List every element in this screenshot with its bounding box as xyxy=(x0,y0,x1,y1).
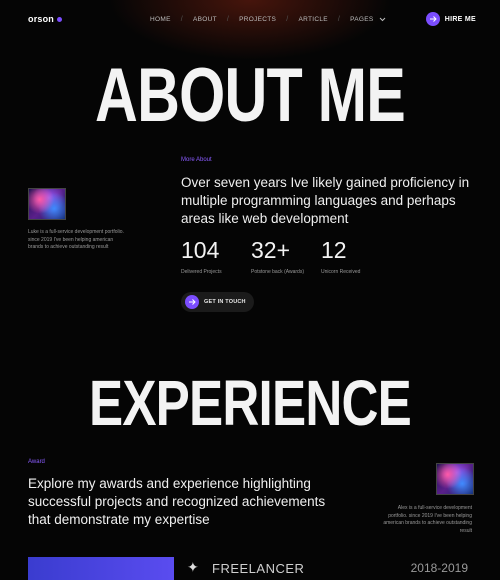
stat-item: 32+ Potstone back (Awards) xyxy=(251,236,321,275)
arrow-right-icon xyxy=(185,295,199,309)
stat-label: Delivered Projects xyxy=(181,269,222,275)
sparkle-icon: ✦ xyxy=(187,559,199,575)
nav-separator: / xyxy=(226,16,230,23)
experience-years: 2018-2019 xyxy=(410,561,468,575)
about-heading: ABOUT ME xyxy=(95,53,406,138)
stat-label: Potstone back (Awards) xyxy=(251,269,304,275)
stat-value: 104 xyxy=(181,237,220,263)
stat-value: 32+ xyxy=(251,237,291,263)
get-in-touch-button[interactable]: GET IN TOUCH xyxy=(181,292,254,312)
get-in-touch-label: GET IN TOUCH xyxy=(204,299,246,305)
nav-projects[interactable]: PROJECTS xyxy=(239,16,276,23)
experience-role: FREELANCER xyxy=(212,561,305,576)
nav-home[interactable]: HOME xyxy=(150,16,171,23)
experience-heading: EXPERIENCE xyxy=(88,367,412,439)
stat-item: 12 Unicorn Received xyxy=(321,236,391,275)
stat-item: 104 Delivered Projects xyxy=(181,236,251,275)
nav-pages-label: PAGES xyxy=(350,16,374,23)
stat-value: 12 xyxy=(321,237,347,263)
experience-thumbnail-image xyxy=(436,463,474,495)
brand-dot-icon xyxy=(57,16,63,22)
stats-row: 104 Delivered Projects 32+ Potstone back… xyxy=(181,236,391,275)
stat-label: Unicorn Received xyxy=(321,269,361,275)
arrow-right-icon xyxy=(425,12,440,26)
about-eyebrow: More About xyxy=(181,157,212,163)
experience-eyebrow: Award xyxy=(28,459,45,465)
nav-separator: / xyxy=(180,16,183,23)
experience-lead-text: Explore my awards and experience highlig… xyxy=(28,476,326,527)
nav-separator: / xyxy=(286,16,289,23)
about-thumbnail-image xyxy=(28,188,66,220)
about-lead-text: Over seven years Ive likely gained profi… xyxy=(181,175,470,226)
hire-me-label: HIRE ME xyxy=(444,15,476,23)
page: orson HOME / ABOUT / PROJECTS / ARTICLE … xyxy=(0,0,500,580)
about-side-text: Luke is a full-service development portf… xyxy=(28,229,124,250)
chevron-down-icon xyxy=(379,17,386,21)
brand-logo[interactable]: orson xyxy=(28,14,63,24)
hire-me-button[interactable]: HIRE ME xyxy=(425,12,476,26)
brand-name: orson xyxy=(28,14,55,24)
experience-side-text: Alex is a full-service development portf… xyxy=(383,505,472,534)
nav-pages[interactable]: PAGES xyxy=(350,16,386,23)
nav-article[interactable]: ARTICLE xyxy=(298,16,327,23)
nav-about[interactable]: ABOUT xyxy=(193,16,217,23)
experience-image xyxy=(28,557,174,580)
nav-separator: / xyxy=(337,16,341,23)
